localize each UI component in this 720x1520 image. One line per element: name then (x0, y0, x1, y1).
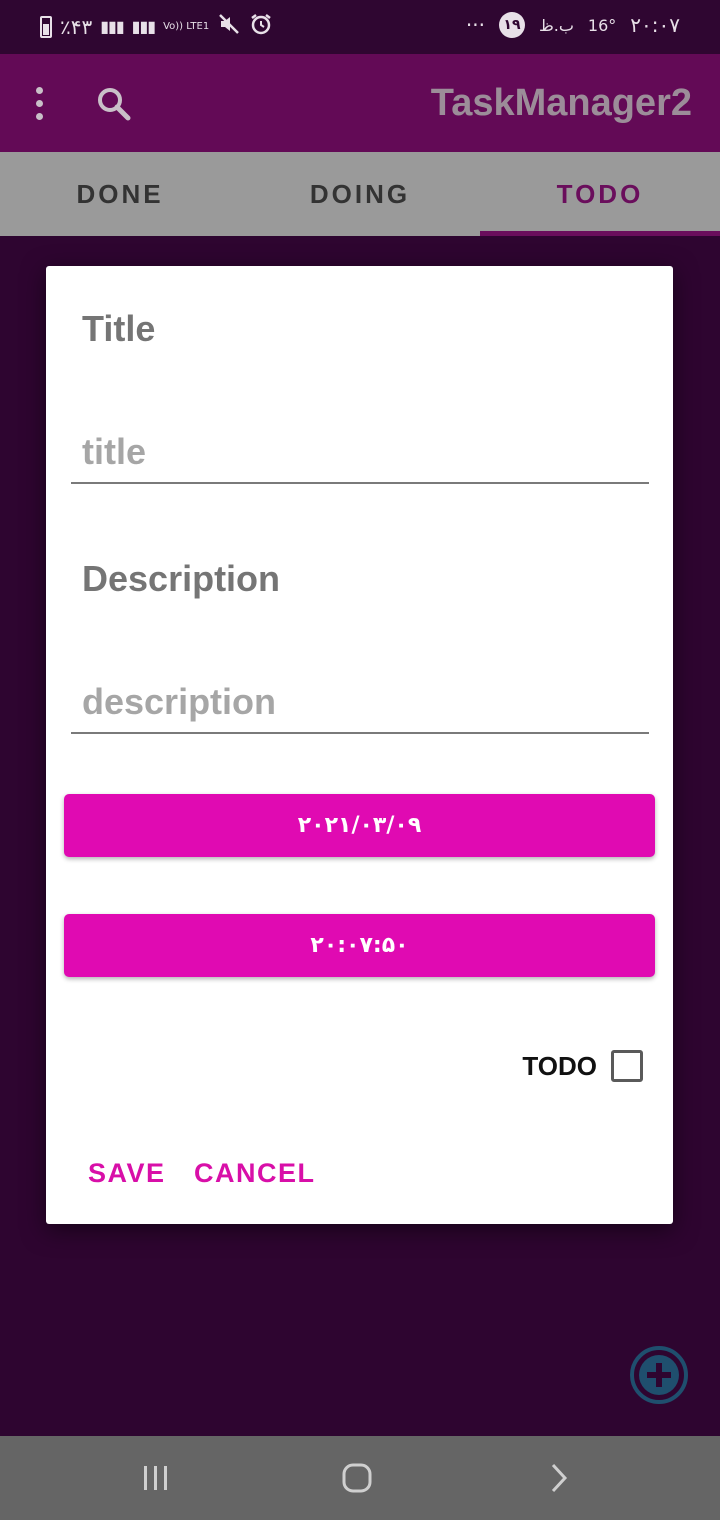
notification-badge: ۱۹ (498, 12, 525, 38)
status-bar: ٪۴۳ ▮▮▮ ▮▮▮ Vo)) LTE1 ··· ۱۹ ب.ظ 16° ۲۰:… (0, 0, 720, 54)
temperature: 16° (587, 15, 617, 35)
status-right: ··· ۱۹ ب.ظ 16° ۲۰:۰۷ (466, 12, 680, 38)
description-input[interactable] (71, 672, 649, 734)
battery-icon (40, 15, 52, 38)
battery-percent: ٪۴۳ (60, 14, 93, 39)
volte-indicator: Vo)) LTE1 (163, 20, 210, 32)
date-picker-button[interactable]: ۲۰۲۱/۰۳/۰۹ (64, 794, 655, 857)
add-task-dialog: Title Description ۲۰۲۱/۰۳/۰۹ ۲۰:۰۷:۵۰ TO… (46, 266, 673, 1224)
am-pm: ب.ظ (538, 15, 574, 35)
navigation-bar (0, 1436, 720, 1520)
signal-icon-2: ▮▮▮ (131, 17, 156, 36)
app-bar: TaskManager2 (0, 54, 720, 152)
overflow-menu-icon[interactable] (24, 80, 54, 126)
clock: ۲۰:۰۷ (630, 13, 680, 37)
status-checkbox-row: TODO (522, 1050, 643, 1082)
alarm-icon (249, 12, 273, 41)
tab-doing[interactable]: DOING (240, 152, 480, 236)
recent-apps-icon[interactable] (136, 1458, 176, 1498)
more-notifications: ··· (465, 13, 485, 37)
title-label: Title (82, 308, 156, 349)
cancel-button[interactable]: CANCEL (194, 1158, 316, 1189)
status-label: TODO (522, 1050, 597, 1081)
time-picker-button[interactable]: ۲۰:۰۷:۵۰ (64, 914, 655, 977)
home-icon[interactable] (337, 1458, 377, 1498)
title-input[interactable] (71, 422, 649, 484)
signal-icon: ▮▮▮ (100, 17, 124, 36)
mute-icon (217, 12, 241, 41)
tab-done[interactable]: DONE (0, 152, 240, 236)
back-icon[interactable] (538, 1458, 578, 1498)
app-title: TaskManager2 (430, 82, 692, 124)
save-button[interactable]: SAVE (88, 1158, 166, 1189)
tab-bar: DONE DOING TODO (0, 152, 720, 236)
tab-todo[interactable]: TODO (480, 152, 720, 236)
status-checkbox[interactable] (611, 1050, 643, 1082)
add-task-button[interactable] (630, 1346, 688, 1404)
description-label: Description (82, 558, 281, 599)
plus-icon (639, 1355, 679, 1395)
status-left: ٪۴۳ ▮▮▮ ▮▮▮ Vo)) LTE1 (40, 12, 273, 41)
search-icon[interactable] (94, 84, 134, 124)
